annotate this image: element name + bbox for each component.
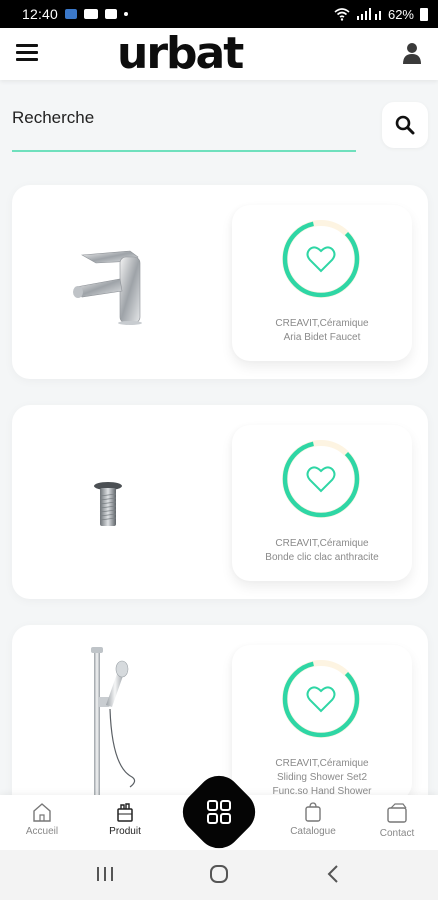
- status-time: 12:40: [22, 6, 59, 22]
- video-notification-icon: [84, 9, 99, 19]
- product-brand: CREAVIT,Céramique: [275, 538, 369, 549]
- favorite-ring-icon: [282, 440, 360, 518]
- status-bar: 12:40 62%: [0, 0, 438, 28]
- battery-icon: [420, 7, 428, 21]
- bidet-faucet-image: [73, 250, 142, 325]
- product-info-panel: CREAVIT,Céramique Bonde clic clac anthra…: [232, 425, 412, 581]
- product-text: CREAVIT,Céramique Sliding Shower Set2 Fu…: [232, 757, 412, 799]
- product-card[interactable]: CREAVIT,Céramique Bonde clic clac anthra…: [12, 405, 428, 599]
- signal-icon: [356, 8, 381, 20]
- back-icon[interactable]: [326, 863, 340, 885]
- nav-label-produit: Produit: [109, 826, 141, 837]
- search-input[interactable]: [12, 100, 356, 152]
- product-info-panel: CREAVIT,Céramique Sliding Shower Set2 Fu…: [232, 645, 412, 801]
- drain-plug-image: [94, 482, 122, 526]
- message-notification-icon: [65, 9, 78, 19]
- nav-item-contact[interactable]: Contact: [357, 801, 437, 839]
- nav-label-contact: Contact: [379, 828, 415, 839]
- app-header: urbat: [0, 28, 438, 80]
- product-info-panel: CREAVIT,Céramique Aria Bidet Faucet: [232, 205, 412, 361]
- more-notifications-dot-icon: [124, 12, 129, 16]
- menu-button[interactable]: [16, 44, 38, 62]
- shower-set-image: [91, 647, 136, 797]
- favorite-button[interactable]: [281, 659, 361, 739]
- wifi-icon: [334, 7, 350, 21]
- product-brand: CREAVIT,Céramique: [275, 758, 369, 769]
- search-icon: [395, 115, 415, 135]
- nav-label-accueil: Accueil: [25, 826, 59, 837]
- recent-apps-icon[interactable]: [96, 863, 114, 885]
- product-text: CREAVIT,Céramique Aria Bidet Faucet: [232, 317, 412, 345]
- favorite-ring-icon: [282, 220, 360, 298]
- search-button[interactable]: [382, 102, 428, 148]
- product-name: Sliding Shower Set2: [276, 772, 368, 783]
- battery-percentage: 62%: [387, 6, 414, 22]
- grid-icon: [207, 800, 231, 824]
- nav-item-produit[interactable]: Produit: [85, 801, 165, 837]
- product-brand: CREAVIT,Céramique: [275, 318, 369, 329]
- image-notification-icon: [105, 9, 118, 19]
- catalogue-icon: [305, 802, 321, 822]
- nav-item-accueil[interactable]: Accueil: [2, 801, 82, 837]
- product-text: CREAVIT,Céramique Bonde clic clac anthra…: [232, 537, 412, 565]
- home-icon: [33, 803, 51, 822]
- product-name: Bonde clic clac anthracite: [265, 552, 379, 563]
- nav-label-catalogue: Catalogue: [290, 826, 336, 837]
- user-account-button[interactable]: [402, 42, 422, 64]
- menu-icon-bar: [16, 51, 38, 54]
- system-navigation-bar: [0, 850, 438, 900]
- favorite-button[interactable]: [281, 219, 361, 299]
- menu-icon-bar: [16, 44, 38, 47]
- contact-icon: [387, 803, 407, 823]
- app-logo: urbat: [117, 28, 244, 79]
- product-name: Aria Bidet Faucet: [283, 332, 361, 343]
- status-left: 12:40: [10, 6, 129, 22]
- favorite-ring-icon: [282, 660, 360, 738]
- product-card[interactable]: CREAVIT,Céramique Aria Bidet Faucet: [12, 185, 428, 379]
- menu-icon-bar: [16, 58, 38, 61]
- favorite-button[interactable]: [281, 439, 361, 519]
- home-system-icon[interactable]: [208, 863, 230, 885]
- status-right: 62%: [334, 7, 428, 22]
- nav-item-catalogue[interactable]: Catalogue: [273, 801, 353, 837]
- product-icon: [117, 803, 133, 822]
- user-icon: [403, 43, 421, 64]
